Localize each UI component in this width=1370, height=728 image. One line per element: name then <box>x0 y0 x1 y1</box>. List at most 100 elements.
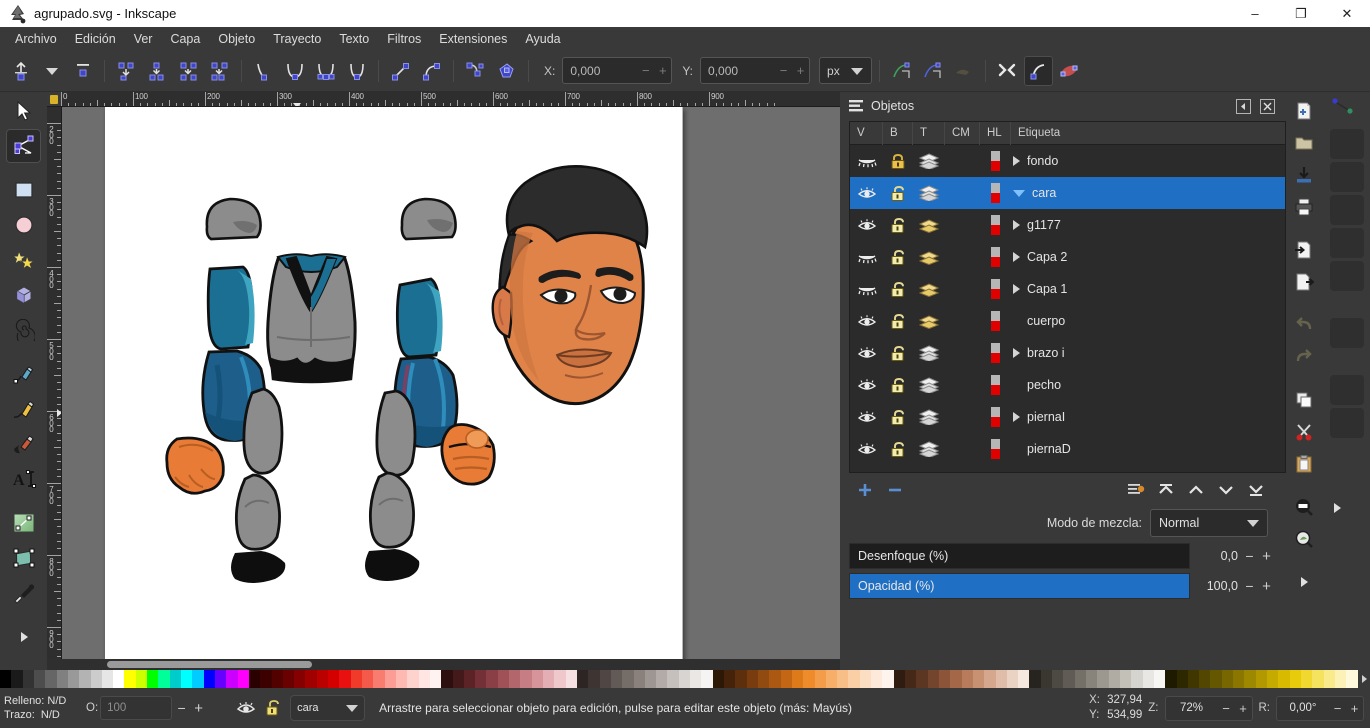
palette-color-swatch[interactable] <box>622 670 634 688</box>
remove-object-button[interactable] <box>881 477 909 503</box>
palette-color-swatch[interactable] <box>1006 670 1019 688</box>
object-row[interactable]: pecho <box>850 369 1285 401</box>
clip-mask-cell[interactable] <box>945 369 980 401</box>
eye-icon[interactable] <box>850 401 883 433</box>
break-path-icon[interactable] <box>112 56 141 86</box>
chevron-right-icon[interactable] <box>1013 412 1020 422</box>
palette-color-swatch[interactable] <box>1097 670 1109 688</box>
palette-color-swatch[interactable] <box>1312 670 1324 688</box>
more-commands-arrow-icon[interactable] <box>1289 567 1319 597</box>
ruler-lock-icon[interactable] <box>47 92 61 106</box>
palette-color-swatch[interactable] <box>780 670 792 688</box>
show-bezier-handles-icon[interactable] <box>918 56 947 86</box>
unlocked-padlock-icon[interactable] <box>883 177 913 209</box>
object-row[interactable]: cara <box>850 177 1285 209</box>
zoom-page-icon[interactable] <box>1289 492 1319 522</box>
palette-color-swatch[interactable] <box>1233 670 1245 688</box>
raise-to-top-button[interactable] <box>1152 477 1180 503</box>
palette-color-swatch[interactable] <box>192 670 204 688</box>
palette-color-swatch[interactable] <box>984 670 996 688</box>
palette-color-swatch[interactable] <box>678 670 691 688</box>
object-label-cell[interactable]: brazo i <box>1011 337 1285 369</box>
palette-color-swatch[interactable] <box>520 670 532 688</box>
eye-closed-icon[interactable] <box>850 241 883 273</box>
tweak-tool[interactable] <box>6 541 41 575</box>
clip-mask-cell[interactable] <box>945 241 980 273</box>
y-decrement-button[interactable]: − <box>775 63 792 78</box>
column-header-type[interactable]: T <box>913 122 945 145</box>
save-document-icon[interactable] <box>1289 160 1319 190</box>
vertical-ruler[interactable]: 200 300 400 500 600 700 800 900 <box>47 107 62 659</box>
palette-color-swatch[interactable] <box>1323 670 1335 688</box>
palette-color-swatch[interactable] <box>814 670 826 688</box>
node-smooth-icon[interactable] <box>280 56 309 86</box>
lower-to-bottom-button[interactable] <box>1242 477 1270 503</box>
palette-color-swatch[interactable] <box>203 670 215 688</box>
highlight-color-swatch[interactable] <box>980 209 1011 241</box>
palette-color-swatch[interactable] <box>588 670 600 688</box>
unlocked-padlock-icon[interactable] <box>883 433 913 465</box>
locked-padlock-icon[interactable] <box>883 145 913 177</box>
palette-color-swatch[interactable] <box>1199 670 1211 688</box>
opacity-increment-button[interactable]: + <box>191 700 206 717</box>
palette-color-swatch[interactable] <box>769 670 781 688</box>
palette-color-swatch[interactable] <box>1255 670 1267 688</box>
palette-color-swatch[interactable] <box>916 670 928 688</box>
eye-icon[interactable] <box>850 433 883 465</box>
palette-color-swatch[interactable] <box>1052 670 1064 688</box>
column-header-highlight[interactable]: HL <box>980 122 1011 145</box>
menu-trayecto[interactable]: Trayecto <box>264 29 330 49</box>
zoom-drawing-icon[interactable] <box>1289 524 1319 554</box>
pencil-tool[interactable] <box>6 357 41 391</box>
palette-color-swatch[interactable] <box>995 670 1007 688</box>
palette-color-swatch[interactable] <box>33 670 46 688</box>
node-symmetric-icon[interactable] <box>311 56 340 86</box>
palette-color-swatch[interactable] <box>147 670 159 688</box>
palette-color-swatch[interactable] <box>1267 670 1279 688</box>
palette-color-swatch[interactable] <box>237 670 249 688</box>
palette-color-swatch[interactable] <box>972 670 985 688</box>
open-document-icon[interactable] <box>1289 128 1319 158</box>
object-label-cell[interactable]: cuerpo <box>1011 305 1285 337</box>
palette-color-swatch[interactable] <box>531 670 543 688</box>
dropper-tool[interactable] <box>6 576 41 610</box>
object-label-cell[interactable]: pecho <box>1011 369 1285 401</box>
palette-color-swatch[interactable] <box>803 670 815 688</box>
menu-edicion[interactable]: Edición <box>66 29 125 49</box>
zoom-decrement-button[interactable]: − <box>1218 701 1235 716</box>
palette-color-swatch[interactable] <box>486 670 498 688</box>
rotation-control[interactable]: 0,00° − + <box>1276 695 1364 721</box>
cut-scissors-icon[interactable] <box>1289 417 1319 447</box>
palette-color-swatch[interactable] <box>1221 670 1234 688</box>
delete-segment-icon[interactable] <box>205 56 234 86</box>
palette-color-swatch[interactable] <box>45 670 57 688</box>
palette-color-swatch[interactable] <box>79 670 91 688</box>
x-value[interactable]: 0,000 <box>563 64 637 78</box>
object-label-cell[interactable]: Capa 2 <box>1011 241 1285 273</box>
next-path-effect-icon[interactable] <box>993 56 1022 86</box>
palette-color-swatch[interactable] <box>226 670 238 688</box>
palette-color-swatch[interactable] <box>938 670 951 688</box>
add-object-button[interactable] <box>851 477 879 503</box>
menu-archivo[interactable]: Archivo <box>6 29 66 49</box>
palette-color-swatch[interactable] <box>429 670 442 688</box>
palette-color-swatch[interactable] <box>1244 670 1256 688</box>
fill-stroke-indicator[interactable]: Relleno: N/D Trazo: N/D <box>4 694 82 722</box>
palette-color-swatch[interactable] <box>1300 670 1313 688</box>
palette-color-swatch[interactable] <box>339 670 351 688</box>
palette-color-swatch[interactable] <box>475 670 487 688</box>
insert-node-dropdown-icon[interactable] <box>37 56 66 86</box>
palette-color-swatch[interactable] <box>565 670 577 688</box>
column-header-lock[interactable]: B <box>883 122 913 145</box>
palette-color-swatch[interactable] <box>305 670 317 688</box>
show-transform-handles-icon[interactable] <box>887 56 916 86</box>
chevron-down-icon[interactable] <box>1013 189 1025 197</box>
object-row[interactable]: brazo i <box>850 337 1285 369</box>
palette-color-swatch[interactable] <box>893 670 905 688</box>
blend-mode-select[interactable]: Normal <box>1150 509 1268 537</box>
chevron-right-icon[interactable] <box>1013 284 1020 294</box>
clip-mask-cell[interactable] <box>945 177 980 209</box>
bezier-tool[interactable] <box>6 392 41 426</box>
palette-color-swatch[interactable] <box>746 670 758 688</box>
palette-color-swatch[interactable] <box>859 670 872 688</box>
